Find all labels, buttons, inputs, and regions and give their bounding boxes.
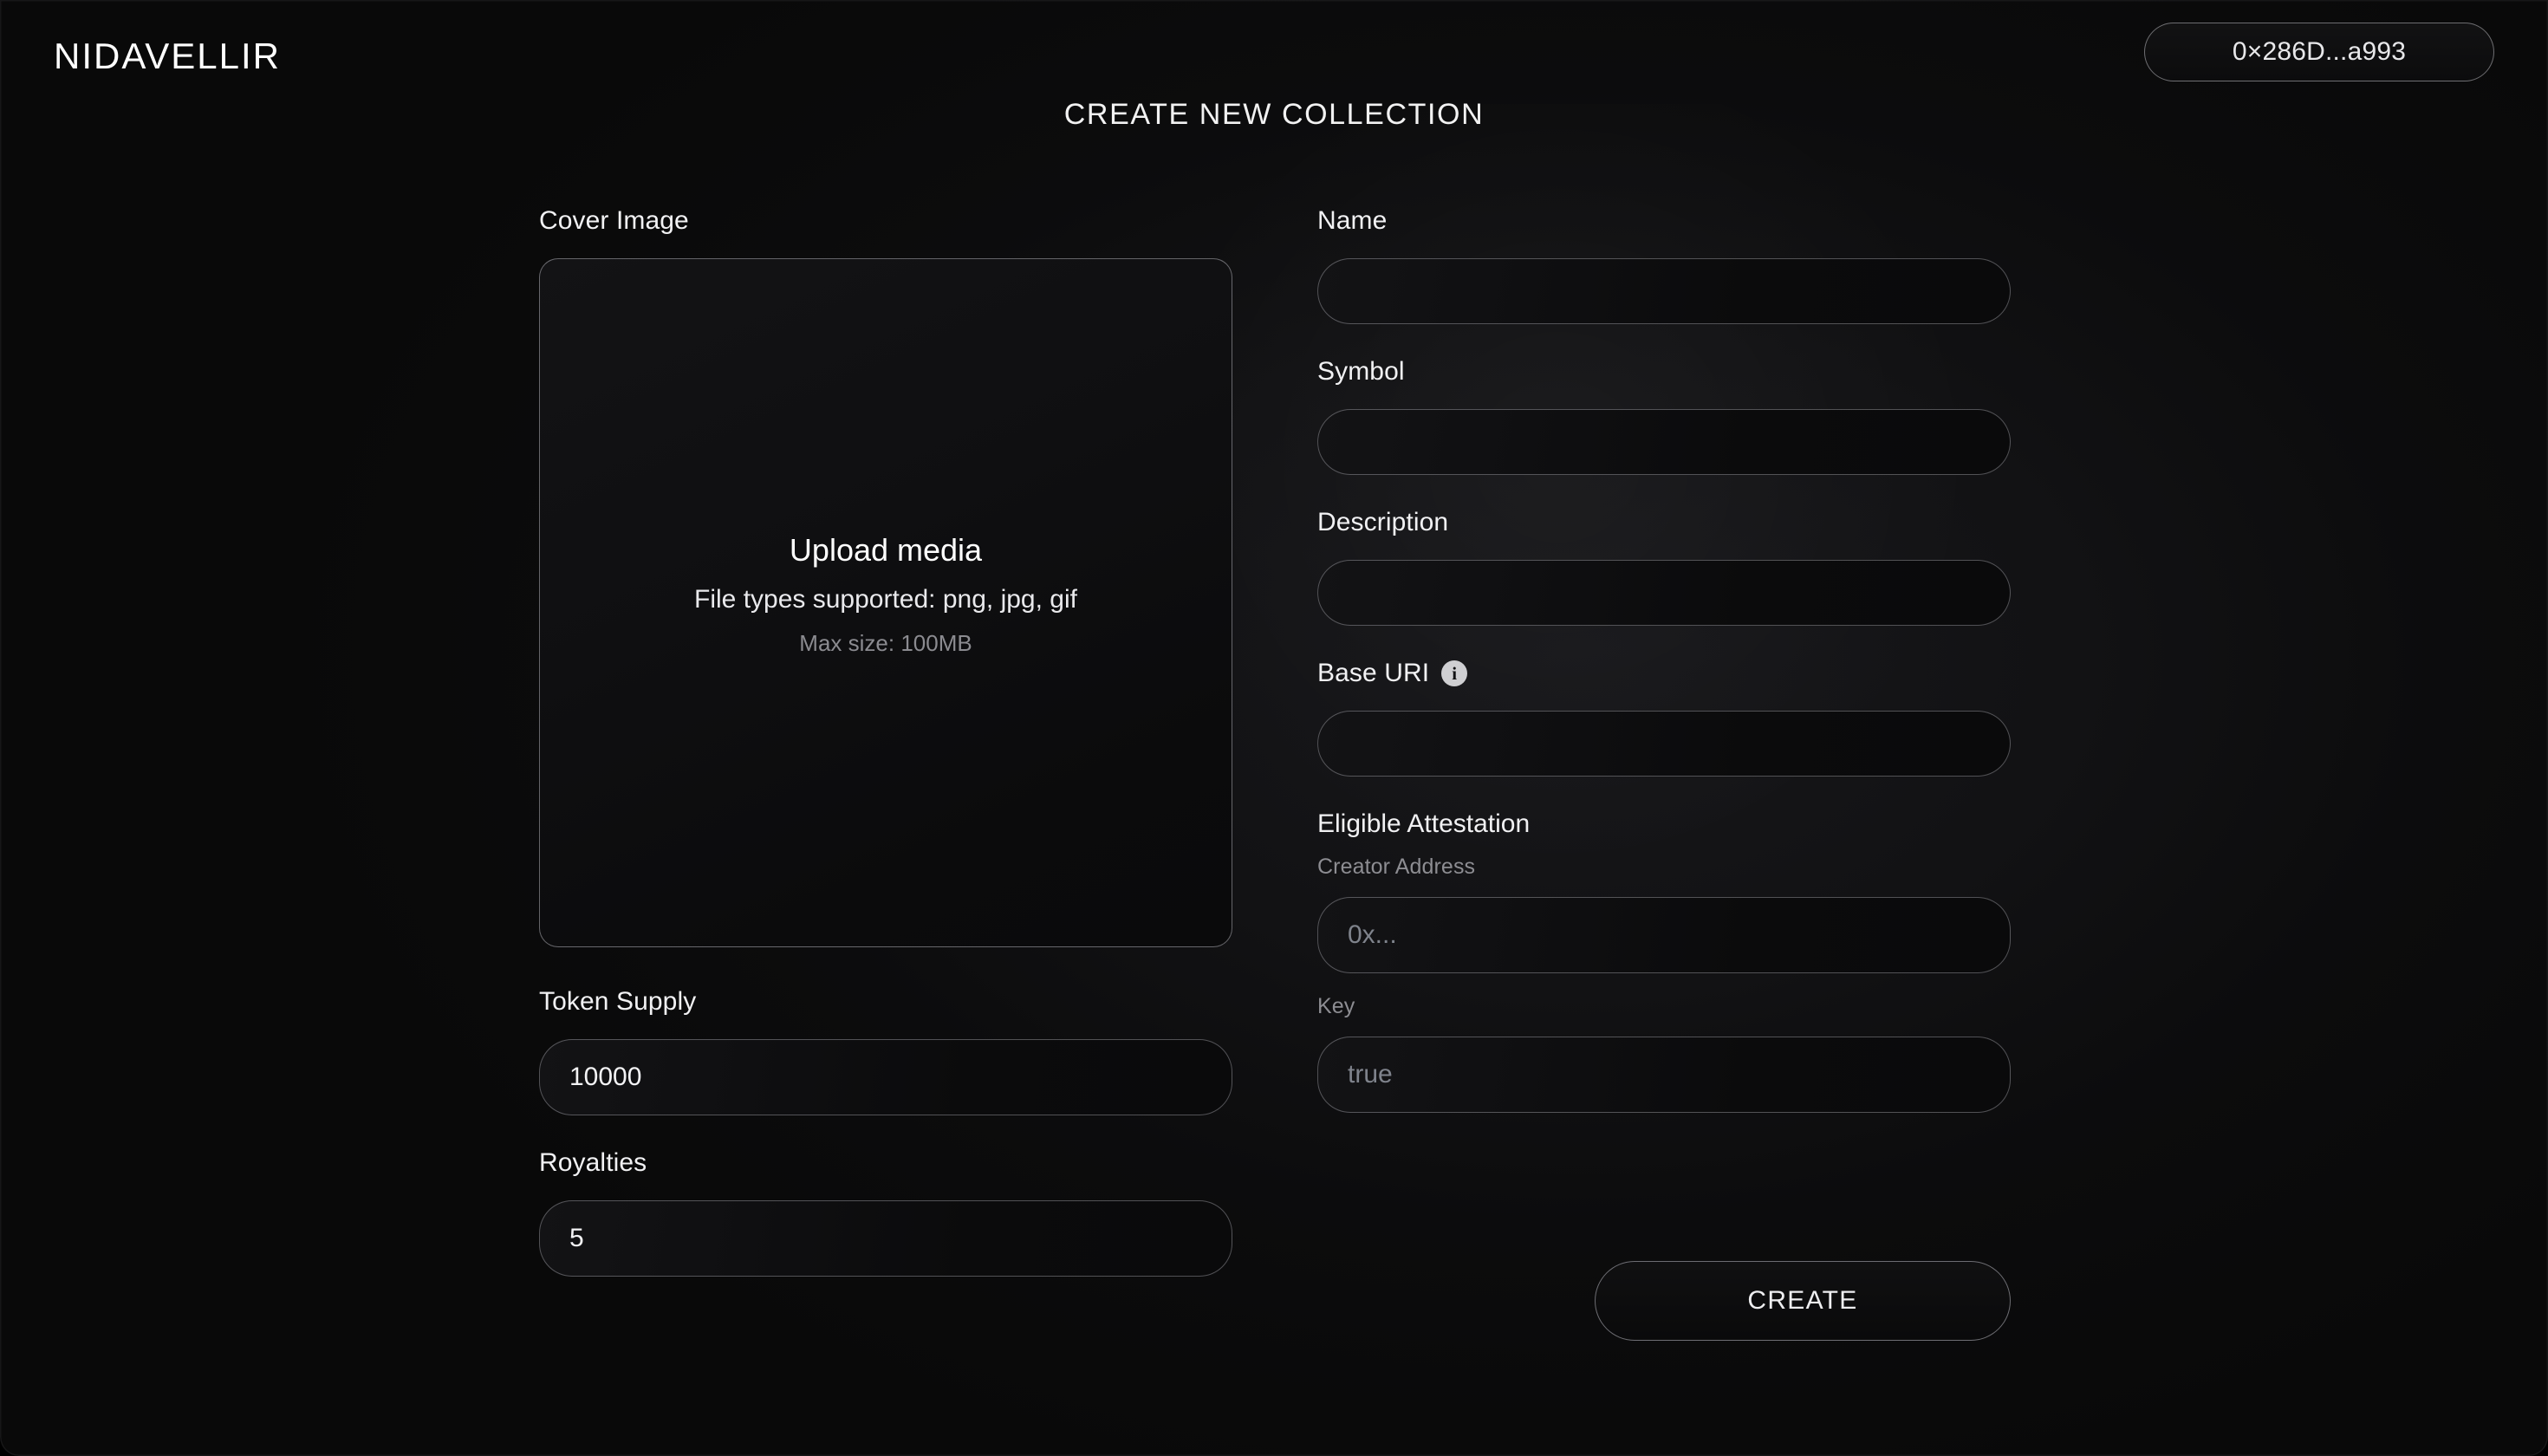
key-placeholder: true [1348,1060,1393,1089]
base-uri-label: Base URI [1317,659,1430,687]
create-button[interactable]: CREATE [1595,1261,2011,1341]
app-window: NIDAVELLIR CREATE NEW COLLECTION 0×286D.… [0,0,2548,1456]
key-input[interactable]: true [1317,1037,2011,1113]
dropzone-text-stack: Upload media File types supported: png, … [540,532,1232,656]
name-input[interactable] [1317,258,2011,324]
token-supply-input[interactable]: 10000 [539,1039,1232,1115]
description-input[interactable] [1317,560,2011,626]
info-icon[interactable]: i [1441,660,1468,686]
key-label: Key [1317,994,1355,1018]
creator-address-placeholder: 0x... [1348,920,1397,949]
token-supply-value: 10000 [569,1063,642,1091]
symbol-input[interactable] [1317,409,2011,475]
eligible-attestation-heading: Eligible Attestation [1317,809,1531,838]
cover-image-label: Cover Image [539,206,689,235]
description-label: Description [1317,508,1449,536]
dropzone-title: Upload media [789,532,983,568]
creator-address-input[interactable]: 0x... [1317,897,2011,973]
royalties-input[interactable]: 5 [539,1200,1232,1277]
dropzone-max-size: Max size: 100MB [799,630,972,656]
create-collection-form: Cover Image Upload media File types supp… [0,0,2548,1456]
creator-address-label: Creator Address [1317,855,1476,879]
create-button-label: CREATE [1747,1286,1858,1315]
dropzone-file-types: File types supported: png, jpg, gif [694,585,1077,614]
royalties-label: Royalties [539,1148,647,1177]
symbol-label: Symbol [1317,357,1405,386]
token-supply-label: Token Supply [539,987,697,1016]
name-label: Name [1317,206,1388,235]
base-uri-label-row: Base URI i [1317,660,2011,686]
form-left-column: Cover Image Upload media File types supp… [539,208,1232,1277]
form-right-column: Name Symbol Description Base URI i Eligi… [1317,208,2011,1113]
cover-image-dropzone[interactable]: Upload media File types supported: png, … [539,258,1232,947]
royalties-value: 5 [569,1224,584,1252]
base-uri-input[interactable] [1317,711,2011,777]
